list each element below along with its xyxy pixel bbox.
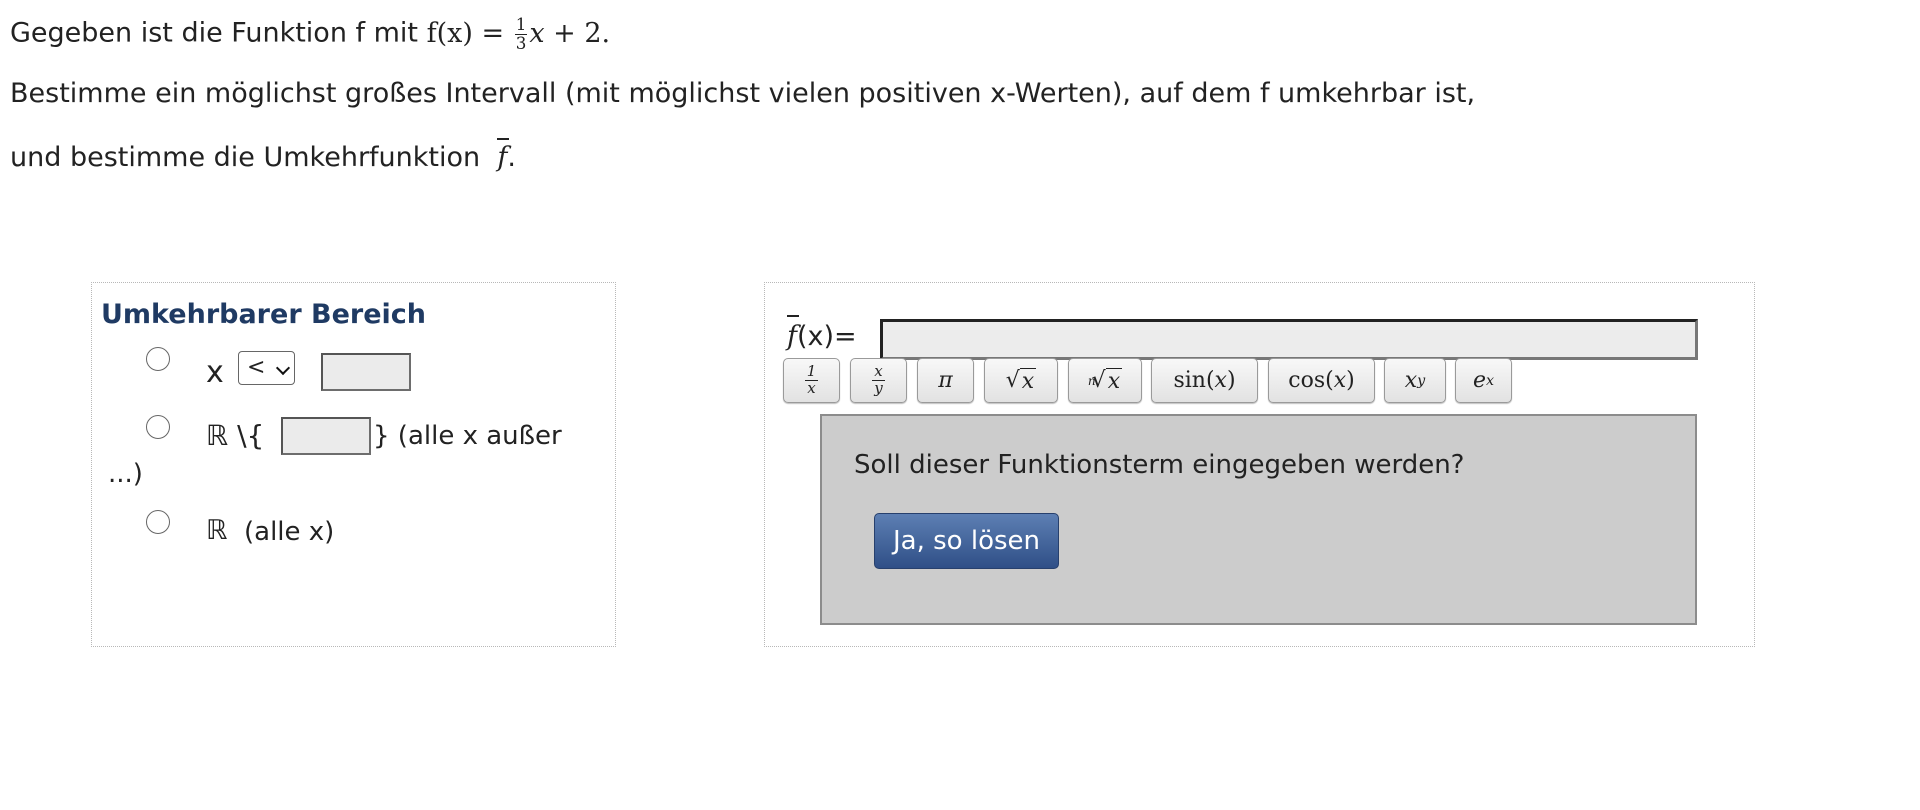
fraction-denominator: 3	[515, 32, 527, 53]
key-label: cos(	[1288, 368, 1334, 393]
fraction: 13	[514, 14, 528, 53]
radio-option-except[interactable]	[146, 415, 170, 439]
inverse-function-input[interactable]	[880, 319, 1698, 360]
key-exponent: y	[1417, 372, 1426, 389]
key-label: π	[938, 368, 953, 393]
key-den: y	[874, 379, 883, 397]
key-base: e	[1472, 368, 1486, 393]
function-name: f(x)	[426, 17, 473, 49]
key-nth-root[interactable]: n √ x	[1068, 358, 1142, 403]
task-line-3-period: .	[507, 142, 516, 173]
key-pi[interactable]: π	[917, 358, 974, 403]
key-fraction-x-over-y[interactable]: xy	[850, 358, 907, 403]
key-exponential[interactable]: ex	[1455, 358, 1512, 403]
task-line-3-text: und bestimme die Umkehrfunktion	[10, 142, 481, 173]
inverse-function-panel: f(x)= 1x xy π √ x n √ x sin(x) cos(x) xy ex…	[764, 282, 1755, 647]
inverse-symbol: f	[787, 315, 799, 352]
input-prefix-text: (x)=	[797, 321, 857, 352]
option2-label-wrap: ...)	[108, 459, 143, 489]
comparison-select[interactable]: <	[238, 351, 295, 385]
function-definition: f(x) = 13x + 2.	[426, 14, 611, 53]
key-den: x	[807, 379, 816, 397]
fraction-numerator: 1	[514, 14, 528, 35]
option2-set-suffix: } (alle x außer	[373, 421, 562, 451]
option2-set-prefix: ℝ \{	[206, 419, 265, 452]
key-base: x	[1404, 368, 1418, 393]
key-sine[interactable]: sin(x)	[1151, 358, 1258, 403]
invertible-range-panel: Umkehrbarer Bereich x < ℝ \{ } (alle x a…	[91, 282, 616, 647]
task-line-3: und bestimme die Umkehrfunktion f.	[10, 138, 516, 173]
radio-option-x-compare[interactable]	[146, 347, 170, 371]
term-constant: + 2.	[553, 17, 611, 49]
equals-sign: =	[481, 17, 505, 49]
bound-value-input[interactable]	[321, 353, 411, 391]
panel-title: Umkehrbarer Bereich	[101, 299, 427, 330]
confirm-question: Soll dieser Funktionsterm eingegeben wer…	[854, 450, 1465, 480]
option3-symbol: ℝ	[206, 515, 228, 546]
inverse-function-label: f(x)=	[787, 315, 857, 352]
key-radicand: x	[1019, 367, 1037, 394]
task-intro-text: Gegeben ist die Funktion f mit	[10, 17, 427, 49]
key-cosine[interactable]: cos(x)	[1268, 358, 1375, 403]
term-variable: x	[529, 17, 545, 49]
key-arg: x	[1333, 368, 1347, 393]
comparison-select-value: <	[247, 355, 266, 380]
excluded-value-input[interactable]	[281, 417, 371, 455]
key-label: sin(	[1173, 368, 1215, 393]
key-square-root[interactable]: √ x	[984, 358, 1058, 403]
confirm-dialog: Soll dieser Funktionsterm eingegeben wer…	[820, 414, 1697, 625]
key-arg: x	[1214, 368, 1227, 393]
option3-label: (alle x)	[244, 517, 335, 547]
task-line-1: Gegeben ist die Funktion f mit f(x) = 13…	[10, 14, 611, 53]
key-power[interactable]: xy	[1384, 358, 1446, 403]
key-radicand: x	[1105, 367, 1123, 394]
inverse-function-symbol: f	[497, 138, 510, 173]
confirm-solve-button[interactable]: Ja, so lösen	[874, 513, 1059, 569]
key-fraction-1-over-x[interactable]: 1x	[783, 358, 840, 403]
radio-option-all-reals[interactable]	[146, 510, 170, 534]
chevron-down-icon	[275, 360, 291, 376]
option1-x-label: x	[206, 355, 224, 390]
key-close: )	[1346, 368, 1355, 393]
key-exponent: x	[1485, 372, 1495, 389]
key-close: )	[1226, 368, 1236, 393]
task-line-2: Bestimme ein möglichst großes Intervall …	[10, 78, 1476, 109]
